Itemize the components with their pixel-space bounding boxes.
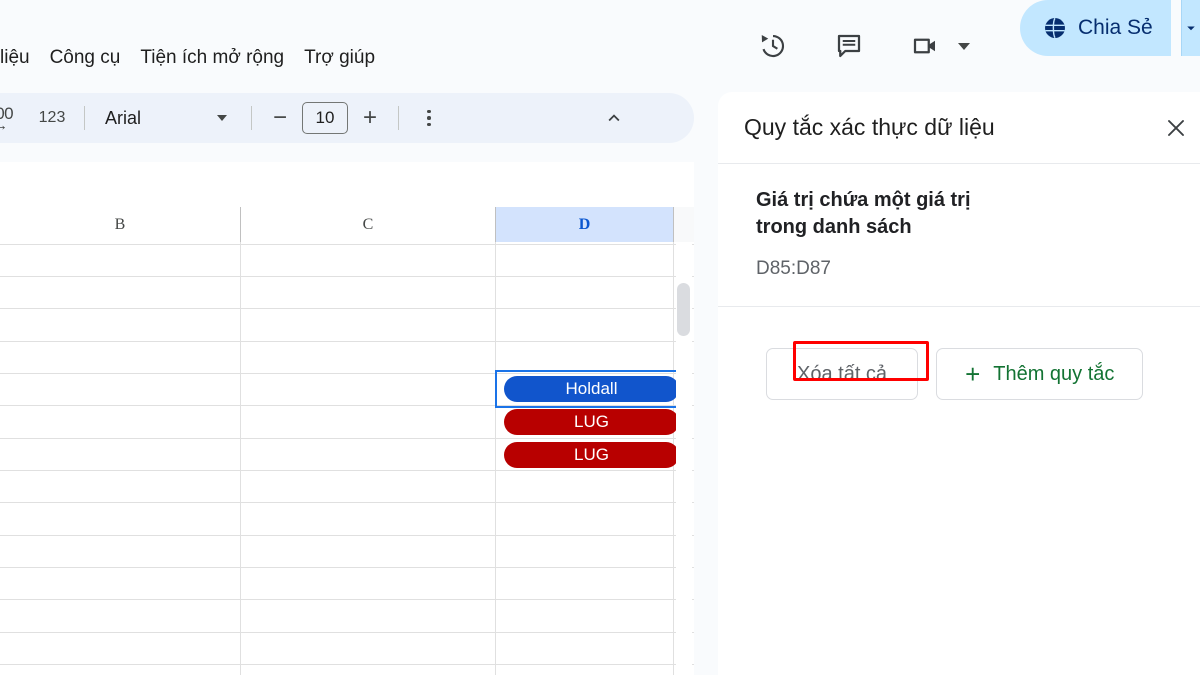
- add-rule-label: Thêm quy tắc: [993, 362, 1115, 385]
- globe-icon: [1045, 17, 1065, 39]
- comment-icon: [837, 34, 861, 58]
- row-divider: [0, 276, 694, 277]
- cell-chip-label: LUG: [574, 412, 609, 431]
- toolbar-divider-3: [398, 106, 399, 130]
- decrease-decimal-arrow: →: [0, 117, 8, 134]
- comments-button[interactable]: [828, 25, 870, 67]
- share-label: Chia Sẻ: [1078, 16, 1153, 39]
- column-header-c[interactable]: C: [241, 207, 496, 242]
- validation-rule-item[interactable]: Giá trị chứa một giá trị trong danh sách…: [718, 165, 1200, 307]
- chevron-up-icon: [608, 114, 620, 122]
- close-icon: [1168, 120, 1184, 136]
- grid-rows: Holdall LUG LUG: [0, 242, 694, 675]
- number-format-label: 123: [38, 109, 66, 126]
- menu-item-data-partial[interactable]: liệu: [0, 44, 40, 71]
- toolbar: .00 → 123 Arial − 10: [0, 93, 694, 143]
- font-family-select[interactable]: Arial: [91, 100, 241, 136]
- column-divider: [240, 242, 241, 675]
- sheet-grid: B C D Holdall LUG LUG: [0, 207, 694, 675]
- menu-item-extensions[interactable]: Tiện ích mở rộng: [130, 44, 294, 71]
- version-history-button[interactable]: [752, 25, 794, 67]
- grid-right-gutter: [694, 162, 718, 675]
- cell-chip-label: Holdall: [565, 379, 618, 398]
- panel-title: Quy tắc xác thực dữ liệu: [744, 114, 995, 140]
- row-divider: [0, 308, 694, 309]
- panel-header: Quy tắc xác thực dữ liệu: [718, 92, 1200, 164]
- remove-all-label: Xóa tất cả: [797, 362, 888, 385]
- row-divider: [0, 567, 694, 568]
- row-divider: [0, 373, 694, 374]
- row-divider: [0, 632, 694, 633]
- menu-bar: liệu Công cụ Tiện ích mở rộng Trợ giúp: [0, 36, 385, 78]
- font-family-value: Arial: [105, 107, 142, 128]
- data-validation-panel: Quy tắc xác thực dữ liệu Giá trị chứa mộ…: [718, 92, 1200, 675]
- meet-camera-icon: [913, 38, 935, 54]
- google-sheets-window: liệu Công cụ Tiện ích mở rộng Trợ giúp .…: [0, 0, 1200, 675]
- column-divider: [495, 242, 496, 675]
- minus-icon: −: [272, 104, 287, 131]
- chevron-down-icon: [1187, 26, 1195, 31]
- rule-range: D85:D87: [756, 258, 831, 279]
- cell-chip-d87[interactable]: LUG: [504, 442, 679, 468]
- font-size-value: 10: [315, 108, 335, 127]
- column-header-e-partial[interactable]: [674, 207, 694, 242]
- toolbar-collapse-button[interactable]: [596, 100, 632, 136]
- plus-icon: +: [362, 104, 377, 131]
- row-divider: [0, 438, 694, 439]
- menu-item-help[interactable]: Trợ giúp: [294, 44, 385, 71]
- number-format-button[interactable]: 123: [34, 100, 70, 136]
- row-divider: [0, 405, 694, 406]
- spreadsheet-area: liệu Công cụ Tiện ích mở rộng Trợ giúp .…: [0, 0, 718, 675]
- row-divider: [0, 599, 694, 600]
- rule-condition: Giá trị chứa một giá trị trong danh sách: [756, 189, 971, 238]
- chevron-down-icon: [958, 42, 970, 50]
- cell-chip-d86[interactable]: LUG: [504, 409, 679, 435]
- chevron-down-icon: [217, 115, 227, 121]
- kebab-icon: [427, 109, 431, 127]
- remove-all-button[interactable]: Xóa tất cả: [766, 348, 919, 400]
- row-divider: [0, 502, 694, 503]
- panel-close-button[interactable]: [1158, 110, 1194, 146]
- row-divider: [0, 244, 694, 245]
- formula-bar-band: [0, 162, 694, 207]
- font-size-increase-button[interactable]: +: [352, 100, 388, 136]
- row-divider: [0, 535, 694, 536]
- font-size-decrease-button[interactable]: −: [262, 100, 298, 136]
- meet-dropdown-button[interactable]: [952, 25, 976, 67]
- meet-button[interactable]: [904, 25, 946, 67]
- row-divider: [0, 470, 694, 471]
- add-rule-button[interactable]: + Thêm quy tắc: [936, 348, 1144, 400]
- share-dropdown-button[interactable]: [1182, 0, 1200, 56]
- decrease-decimal-icon[interactable]: .00 →: [0, 100, 26, 136]
- toolbar-divider-1: [84, 106, 85, 130]
- cell-chip-label: LUG: [574, 445, 609, 464]
- share-button[interactable]: Chia Sẻ: [1020, 0, 1171, 56]
- row-divider: [0, 664, 694, 665]
- vertical-scrollbar-thumb[interactable]: [677, 283, 690, 336]
- cell-chip-d85[interactable]: Holdall: [504, 376, 679, 402]
- version-history-icon: [761, 34, 785, 58]
- more-options-button[interactable]: [411, 100, 447, 136]
- panel-action-row: Xóa tất cả + Thêm quy tắc: [718, 329, 1200, 419]
- row-divider: [0, 341, 694, 342]
- column-header-row: B C D: [0, 207, 694, 242]
- plus-icon: +: [965, 359, 981, 389]
- font-size-input[interactable]: 10: [302, 102, 348, 134]
- column-header-d[interactable]: D: [496, 207, 674, 242]
- toolbar-divider-2: [251, 106, 252, 130]
- column-header-b[interactable]: B: [0, 207, 241, 242]
- menu-item-tools[interactable]: Công cụ: [40, 44, 131, 71]
